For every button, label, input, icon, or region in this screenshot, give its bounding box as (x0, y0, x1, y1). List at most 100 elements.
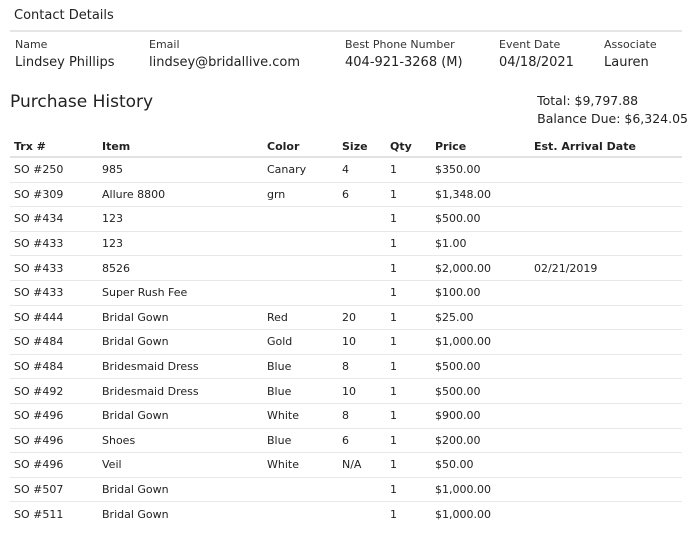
contact-divider (10, 30, 682, 32)
phone-field: Best Phone Number 404-921-3268 (M) (345, 38, 463, 71)
column-header-trx[interactable]: Trx # (10, 136, 98, 158)
qty-cell: 1 (386, 477, 431, 503)
price-cell: $1,000.00 (431, 329, 530, 355)
color-cell (263, 477, 338, 503)
contact-details-title: Contact Details (14, 8, 114, 23)
table-row[interactable]: SO #484 Bridesmaid Dress Blue 8 1 $500.00 (10, 354, 682, 380)
size-cell: 10 (338, 378, 386, 404)
table-row[interactable]: SO #433 8526 1 $2,000.00 02/21/2019 (10, 255, 682, 281)
table-row[interactable]: SO #507 Bridal Gown 1 $1,000.00 (10, 477, 682, 503)
color-cell (263, 280, 338, 306)
arrival-date-cell (530, 157, 682, 183)
table-row[interactable]: SO #496 Veil White N/A 1 $50.00 (10, 452, 682, 478)
size-cell: 4 (338, 157, 386, 183)
trx-cell: SO #507 (10, 477, 98, 503)
trx-cell: SO #433 (10, 280, 98, 306)
column-header-color[interactable]: Color (263, 136, 338, 158)
table-body: SO #250 985 Canary 4 1 $350.00 SO #309 Allure 8… (10, 157, 682, 526)
email-value[interactable]: lindsey@bridallive.com (149, 55, 300, 71)
totals-block: Total: $9,797.88 Balance Due: $6,324.05 (537, 92, 688, 128)
item-cell: Bridal Gown (102, 507, 169, 521)
arrival-date-cell (530, 477, 682, 503)
qty-cell: 1 (386, 280, 431, 306)
associate-label: Associate (604, 38, 657, 51)
qty-cell: 1 (386, 255, 431, 281)
table-row[interactable]: SO #484 Bridal Gown Gold 10 1 $1,000.00 (10, 329, 682, 355)
size-cell: N/A (338, 452, 386, 478)
item-cell: Bridal Gown (98, 305, 263, 331)
price-cell: $1.00 (431, 231, 530, 257)
phone-value: 404-921-3268 (M) (345, 55, 463, 70)
arrival-date-cell (530, 378, 682, 404)
table-row[interactable]: SO #309 Allure 8800 grn 6 1 $1,348.00 (10, 182, 682, 208)
table-row[interactable]: SO #496 Bridal Gown White 8 1 $900.00 (10, 403, 682, 429)
size-cell (338, 231, 386, 257)
table-row[interactable]: SO #496 Shoes Blue 6 1 $200.00 (10, 428, 682, 454)
qty-cell: 1 (386, 452, 431, 478)
qty-cell: 1 (386, 428, 431, 454)
email-field: Email lindsey@bridallive.com (149, 38, 300, 71)
size-cell: 20 (338, 305, 386, 331)
qty-cell: 1 (386, 329, 431, 355)
color-cell (263, 206, 338, 232)
color-cell: Gold (263, 329, 338, 355)
name-value: Lindsey Phillips (15, 55, 115, 70)
arrival-date-cell: 02/21/2019 (530, 255, 682, 281)
color-cell (263, 231, 338, 257)
qty-cell: 1 (386, 157, 431, 183)
qty-cell: 1 (386, 354, 431, 380)
column-header-qty[interactable]: Qty (386, 136, 431, 158)
size-cell: 6 (338, 428, 386, 454)
price-cell: $100.00 (431, 280, 530, 306)
color-cell (263, 502, 338, 526)
trx-cell: SO #484 (10, 354, 98, 380)
size-cell: 8 (338, 403, 386, 429)
item-cell: Allure 8800 (98, 182, 263, 208)
color-cell: Blue (263, 428, 338, 454)
qty-cell: 1 (386, 403, 431, 429)
arrival-date-cell (530, 452, 682, 478)
balance-due: Balance Due: $6,324.05 (537, 111, 688, 126)
column-header-item[interactable]: Item (98, 136, 263, 158)
item-cell: Bridal Gown (98, 477, 263, 503)
price-cell: $900.00 (431, 403, 530, 429)
arrival-date-cell (530, 231, 682, 257)
arrival-date-cell (530, 502, 682, 526)
column-header-size[interactable]: Size (338, 136, 386, 158)
table-row[interactable]: SO #433 123 1 $1.00 (10, 231, 682, 257)
item-cell: Bridesmaid Dress (98, 354, 263, 380)
trx-cell: SO #492 (10, 378, 98, 404)
table-row[interactable]: SO #492 Bridesmaid Dress Blue 10 1 $500.00 (10, 378, 682, 404)
purchase-history-title: Purchase History (10, 92, 154, 112)
price-cell: $500.00 (431, 378, 530, 404)
table-row[interactable]: SO #434 123 1 $500.00 (10, 206, 682, 232)
size-cell: 10 (338, 329, 386, 355)
arrival-date-cell (530, 206, 682, 232)
trx-cell: SO #496 (10, 428, 98, 454)
trx-cell: SO #444 (10, 305, 98, 331)
phone-label: Best Phone Number (345, 38, 455, 51)
item-cell: Bridal Gown (98, 329, 263, 355)
qty-cell: 1 (386, 378, 431, 404)
price-cell: $500.00 (431, 354, 530, 380)
table-row[interactable]: SO #250 985 Canary 4 1 $350.00 (10, 157, 682, 183)
associate-field: Associate Lauren (604, 38, 657, 71)
trx-cell: SO #250 (10, 157, 98, 183)
table-row[interactable]: SO #511 Bridal Gown 1 $1,000.00 (10, 502, 682, 526)
size-cell (338, 502, 386, 526)
column-header-price[interactable]: Price (431, 136, 530, 158)
table-header-row: Trx # Item Color Size Qty Price Est. Arr… (10, 136, 682, 158)
column-header-arrival[interactable]: Est. Arrival Date (530, 136, 682, 158)
size-cell: 8 (338, 354, 386, 380)
size-cell (338, 255, 386, 281)
event-date-value: 04/18/2021 (499, 55, 574, 70)
arrival-date-cell (530, 354, 682, 380)
color-cell: Canary (263, 157, 338, 183)
table-row[interactable]: SO #444 Bridal Gown Red 20 1 $25.00 (10, 305, 682, 331)
associate-value: Lauren (604, 55, 649, 70)
color-cell (263, 255, 338, 281)
table-row[interactable]: SO #433 Super Rush Fee 1 $100.00 (10, 280, 682, 306)
arrival-date-cell (530, 403, 682, 429)
arrival-date-cell (530, 280, 682, 306)
name-field: Name Lindsey Phillips (15, 38, 115, 71)
